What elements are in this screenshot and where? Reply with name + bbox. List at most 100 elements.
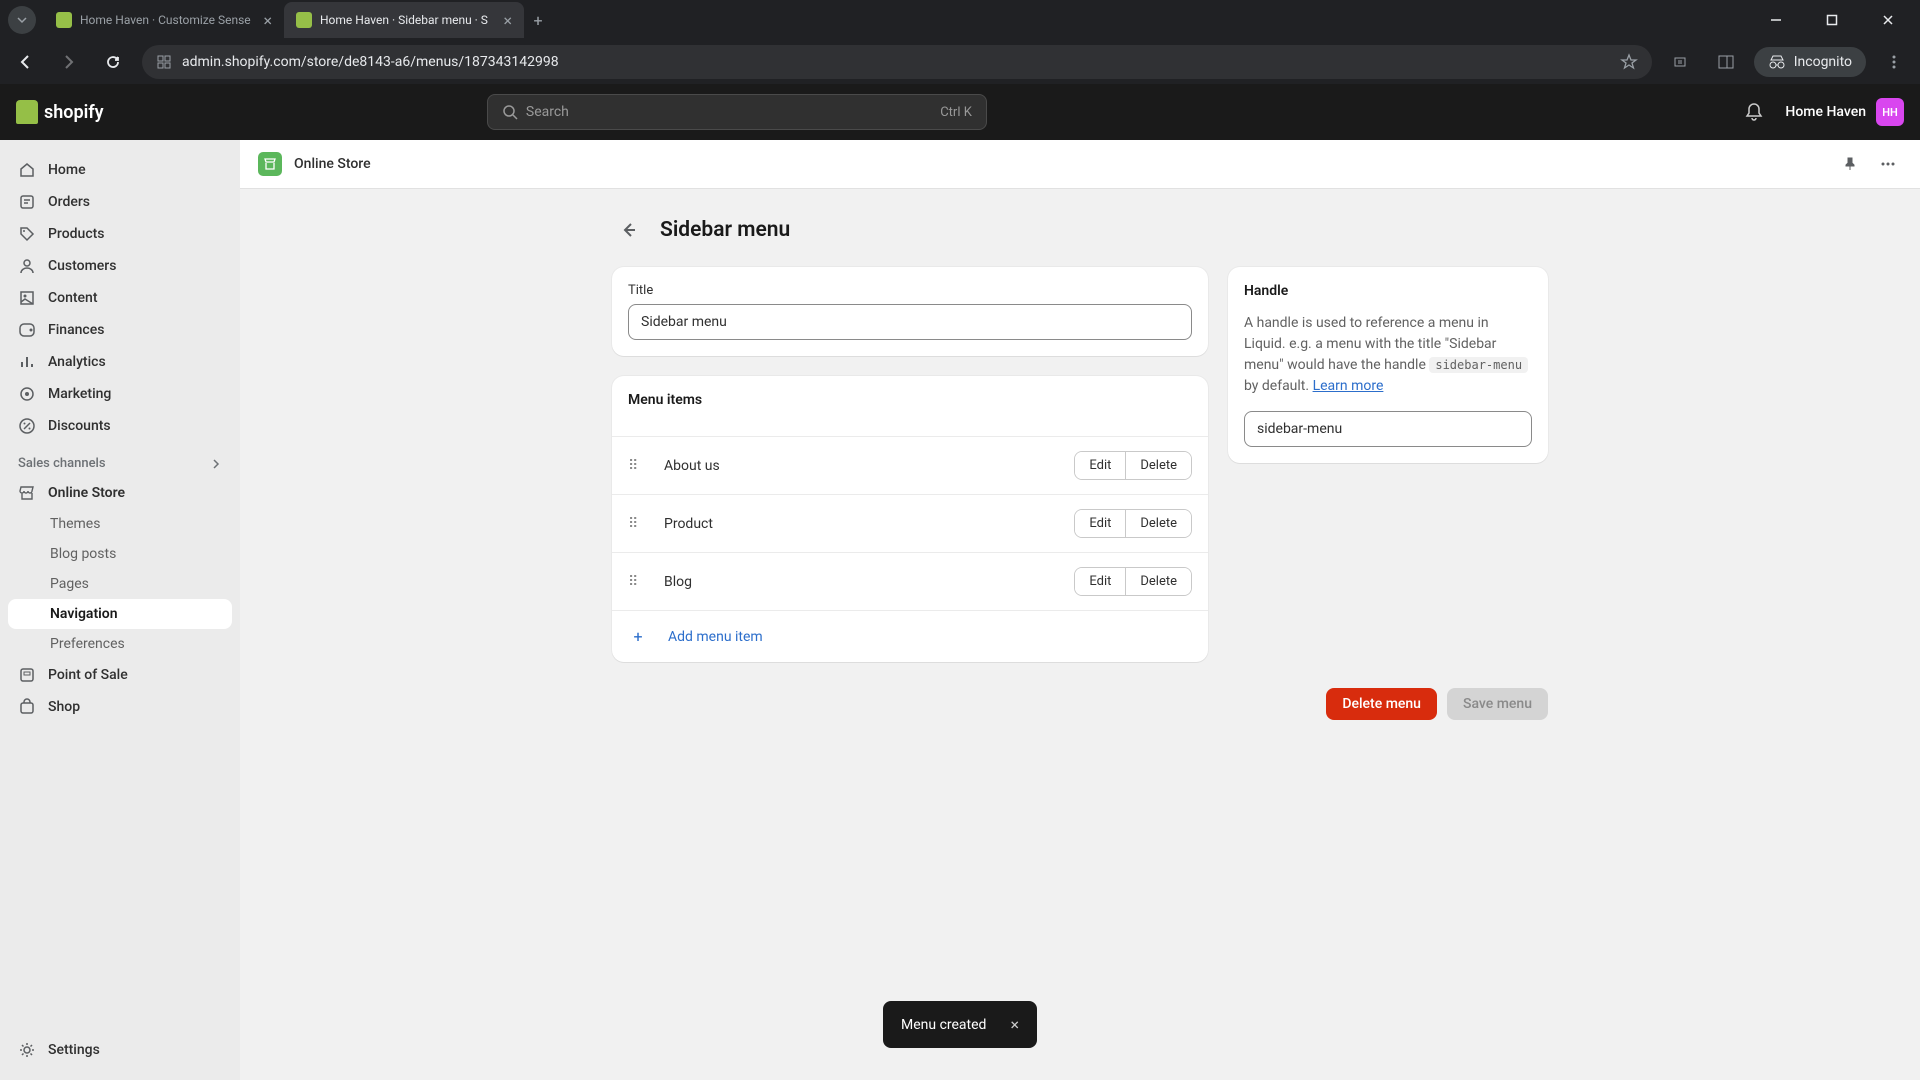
browser-menu-icon[interactable] [1878, 46, 1910, 78]
store-name: Home Haven [1785, 104, 1866, 120]
sidebar-item-pos[interactable]: Point of Sale [0, 659, 240, 691]
delete-menu-item-button[interactable]: Delete [1125, 510, 1191, 537]
side-panel-icon[interactable] [1710, 46, 1742, 78]
pin-button[interactable] [1836, 150, 1864, 178]
maximize-button[interactable] [1814, 4, 1850, 36]
menu-items-list: ⠿ About us Edit Delete ⠿ Product [612, 436, 1208, 662]
handle-card: Handle A handle is used to reference a m… [1228, 267, 1548, 463]
drag-handle-icon[interactable]: ⠿ [628, 574, 648, 590]
menu-title-input[interactable] [628, 304, 1192, 340]
delete-menu-item-button[interactable]: Delete [1125, 452, 1191, 479]
handle-heading: Handle [1244, 283, 1532, 299]
window-controls [1758, 4, 1912, 36]
handle-input[interactable] [1244, 411, 1532, 447]
sidebar-item-themes[interactable]: Themes [0, 509, 240, 539]
minimize-button[interactable] [1758, 4, 1794, 36]
browser-tab-inactive[interactable]: Home Haven · Customize Sense × [44, 2, 284, 38]
tab-bar: Home Haven · Customize Sense × Home Have… [0, 0, 1920, 40]
add-menu-item-button[interactable]: + Add menu item [612, 610, 1208, 662]
main-content: Online Store Sidebar menu [240, 140, 1920, 1080]
content-icon [18, 289, 36, 307]
home-icon [18, 161, 36, 179]
handle-description: A handle is used to reference a menu in … [1244, 313, 1532, 397]
search-placeholder: Search [526, 104, 569, 120]
sidebar-item-orders[interactable]: Orders [0, 186, 240, 218]
online-store-app-icon [258, 152, 282, 176]
notifications-button[interactable] [1737, 95, 1771, 129]
new-tab-button[interactable]: + [524, 6, 552, 34]
context-bar: Online Store [240, 140, 1920, 189]
back-arrow-button[interactable] [612, 213, 646, 247]
sidebar-item-discounts[interactable]: Discounts [0, 410, 240, 442]
menu-items-heading: Menu items [628, 392, 1192, 408]
orders-icon [18, 193, 36, 211]
store-icon [18, 484, 36, 502]
learn-more-link[interactable]: Learn more [1313, 378, 1384, 394]
media-control-icon[interactable] [1666, 46, 1698, 78]
sidebar-item-preferences[interactable]: Preferences [0, 629, 240, 659]
more-actions-button[interactable] [1874, 150, 1902, 178]
app-header: shopify Search Ctrl K Home Haven HH [0, 84, 1920, 140]
forward-button[interactable] [54, 47, 84, 77]
edit-menu-item-button[interactable]: Edit [1075, 510, 1125, 537]
save-menu-button[interactable]: Save menu [1447, 688, 1548, 720]
tab-title: Home Haven · Sidebar menu · S [320, 13, 495, 27]
customers-icon [18, 257, 36, 275]
toast-message: Menu created [901, 1017, 986, 1033]
pos-icon [18, 666, 36, 684]
shopify-favicon [296, 12, 312, 28]
tab-search-dropdown[interactable] [8, 6, 36, 34]
reload-button[interactable] [98, 47, 128, 77]
sidebar-item-online-store[interactable]: Online Store [0, 477, 240, 509]
global-search[interactable]: Search Ctrl K [487, 94, 987, 130]
menu-items-card: Menu items ⠿ About us Edit Delete [612, 376, 1208, 662]
sidebar-item-pages[interactable]: Pages [0, 569, 240, 599]
close-icon[interactable]: × [503, 11, 512, 30]
app-root: shopify Search Ctrl K Home Haven HH Home… [0, 84, 1920, 1080]
discounts-icon [18, 417, 36, 435]
sidebar-item-customers[interactable]: Customers [0, 250, 240, 282]
incognito-label: Incognito [1794, 54, 1852, 70]
title-field-label: Title [628, 283, 1192, 298]
drag-handle-icon[interactable]: ⠿ [628, 516, 648, 532]
toast-notification: Menu created × [883, 1001, 1037, 1048]
sidebar-item-navigation[interactable]: Navigation [8, 599, 232, 629]
menu-item-label: Product [664, 516, 1074, 532]
delete-menu-item-button[interactable]: Delete [1125, 568, 1191, 595]
sidebar-item-analytics[interactable]: Analytics [0, 346, 240, 378]
sidebar-item-home[interactable]: Home [0, 154, 240, 186]
sidebar-item-blog-posts[interactable]: Blog posts [0, 539, 240, 569]
shopify-favicon [56, 12, 72, 28]
gear-icon [18, 1041, 36, 1059]
bookmark-icon[interactable] [1620, 53, 1638, 71]
menu-item-label: About us [664, 458, 1074, 474]
toast-close-button[interactable]: × [1010, 1015, 1019, 1034]
edit-menu-item-button[interactable]: Edit [1075, 452, 1125, 479]
back-button[interactable] [10, 47, 40, 77]
menu-item-row: ⠿ Product Edit Delete [612, 494, 1208, 552]
finances-icon [18, 321, 36, 339]
close-window-button[interactable] [1870, 4, 1906, 36]
shopify-logo[interactable]: shopify [16, 100, 104, 124]
sidebar-item-shop[interactable]: Shop [0, 691, 240, 723]
sidebar-item-content[interactable]: Content [0, 282, 240, 314]
sidebar-item-settings[interactable]: Settings [0, 1034, 240, 1066]
site-settings-icon[interactable] [156, 54, 172, 70]
delete-menu-button[interactable]: Delete menu [1326, 688, 1437, 720]
store-switcher[interactable]: Home Haven HH [1785, 98, 1904, 126]
title-card: Title [612, 267, 1208, 356]
sidebar-item-marketing[interactable]: Marketing [0, 378, 240, 410]
url-input[interactable]: admin.shopify.com/store/de8143-a6/menus/… [142, 45, 1652, 79]
incognito-badge[interactable]: Incognito [1754, 47, 1866, 77]
app-body: Home Orders Products Customers Content F… [0, 140, 1920, 1080]
sidebar-item-finances[interactable]: Finances [0, 314, 240, 346]
sales-channels-heading[interactable]: Sales channels [0, 442, 240, 477]
sidebar-item-products[interactable]: Products [0, 218, 240, 250]
browser-tab-active[interactable]: Home Haven · Sidebar menu · S × [284, 2, 524, 38]
close-icon[interactable]: × [263, 11, 272, 30]
marketing-icon [18, 385, 36, 403]
admin-sidebar: Home Orders Products Customers Content F… [0, 140, 240, 1080]
drag-handle-icon[interactable]: ⠿ [628, 458, 648, 474]
edit-menu-item-button[interactable]: Edit [1075, 568, 1125, 595]
incognito-icon [1768, 53, 1786, 71]
